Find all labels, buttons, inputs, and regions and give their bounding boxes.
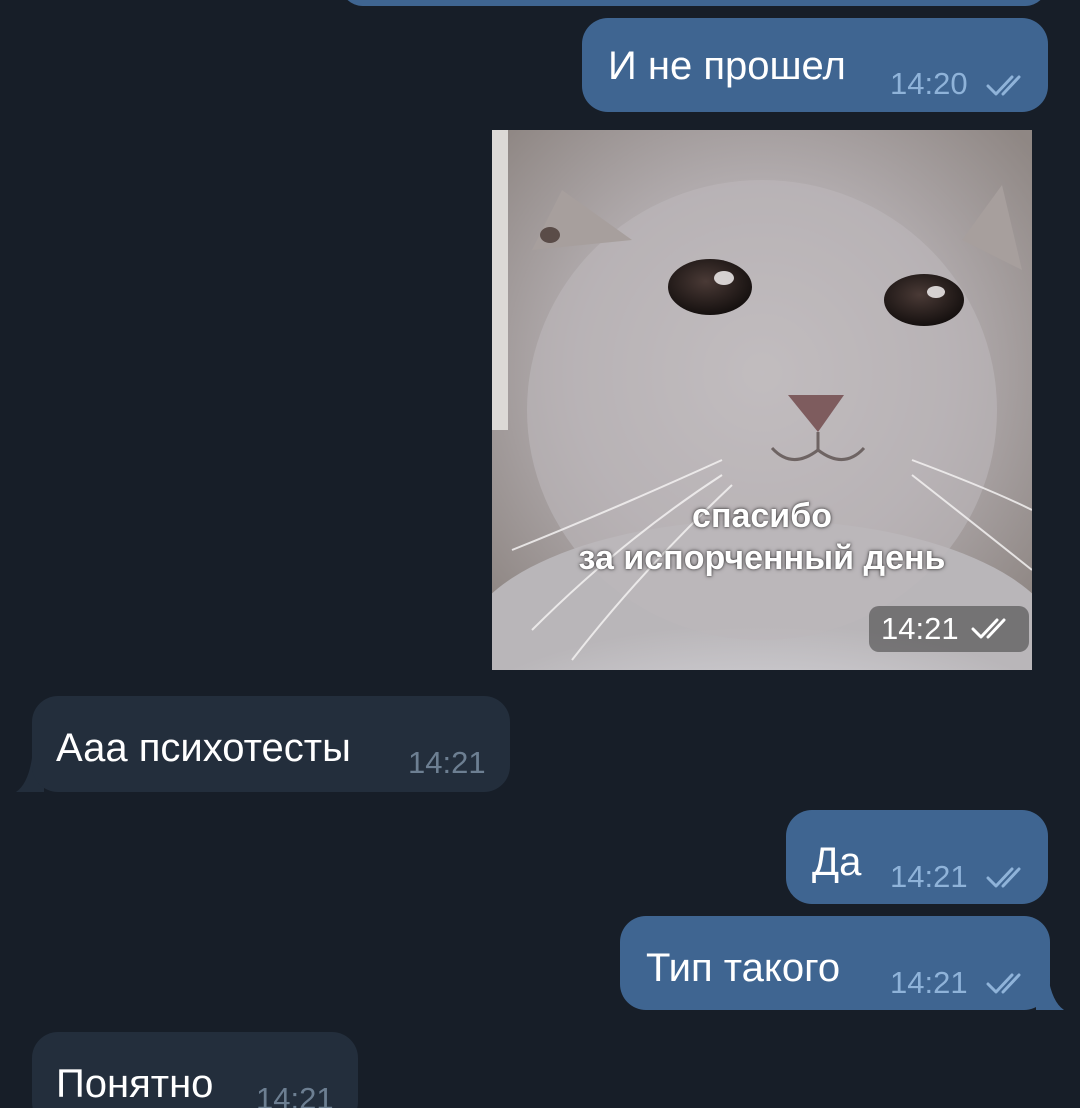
message-text: И не прошел	[608, 44, 846, 88]
chat-history[interactable]: И не прошел 14:20 спасибо за испорченный…	[0, 0, 1080, 1108]
photo-time-badge: 14:21	[869, 606, 1029, 652]
read-double-check-icon	[986, 972, 1032, 996]
photo-caption-line-2: за испорченный день	[578, 539, 946, 577]
read-double-check-icon	[986, 866, 1032, 890]
message-time: 14:21	[890, 965, 968, 1000]
message-text: Да	[812, 840, 862, 884]
outgoing-message-bubble[interactable]: Тип такого 14:21	[620, 916, 1050, 1010]
message-time: 14:21	[890, 859, 968, 894]
message-time: 14:21	[256, 1081, 334, 1108]
message-time: 14:20	[890, 66, 968, 101]
crying-cat-image	[492, 130, 1032, 670]
message-text: Ааа психотесты	[56, 726, 351, 770]
outgoing-bubble-tail	[1036, 976, 1064, 1010]
message-text: Понятно	[56, 1062, 214, 1106]
message-time: 14:21	[408, 745, 486, 780]
incoming-message-bubble[interactable]: Понятно 14:21	[32, 1032, 358, 1108]
read-double-check-icon	[986, 74, 1032, 98]
read-double-check-icon	[971, 617, 1017, 641]
photo-caption-line-1: спасибо	[692, 497, 832, 535]
message-time: 14:21	[881, 611, 959, 646]
incoming-message-bubble[interactable]: Ааа психотесты 14:21	[32, 696, 510, 792]
outgoing-message-bubble[interactable]: Да 14:21	[786, 810, 1048, 904]
outgoing-message-bubble[interactable]: И не прошел 14:20	[582, 18, 1048, 112]
message-text: Тип такого	[646, 946, 841, 990]
photo-message[interactable]: спасибо за испорченный день 14:21	[492, 130, 1032, 670]
previous-message-bubble[interactable]	[340, 0, 1048, 6]
